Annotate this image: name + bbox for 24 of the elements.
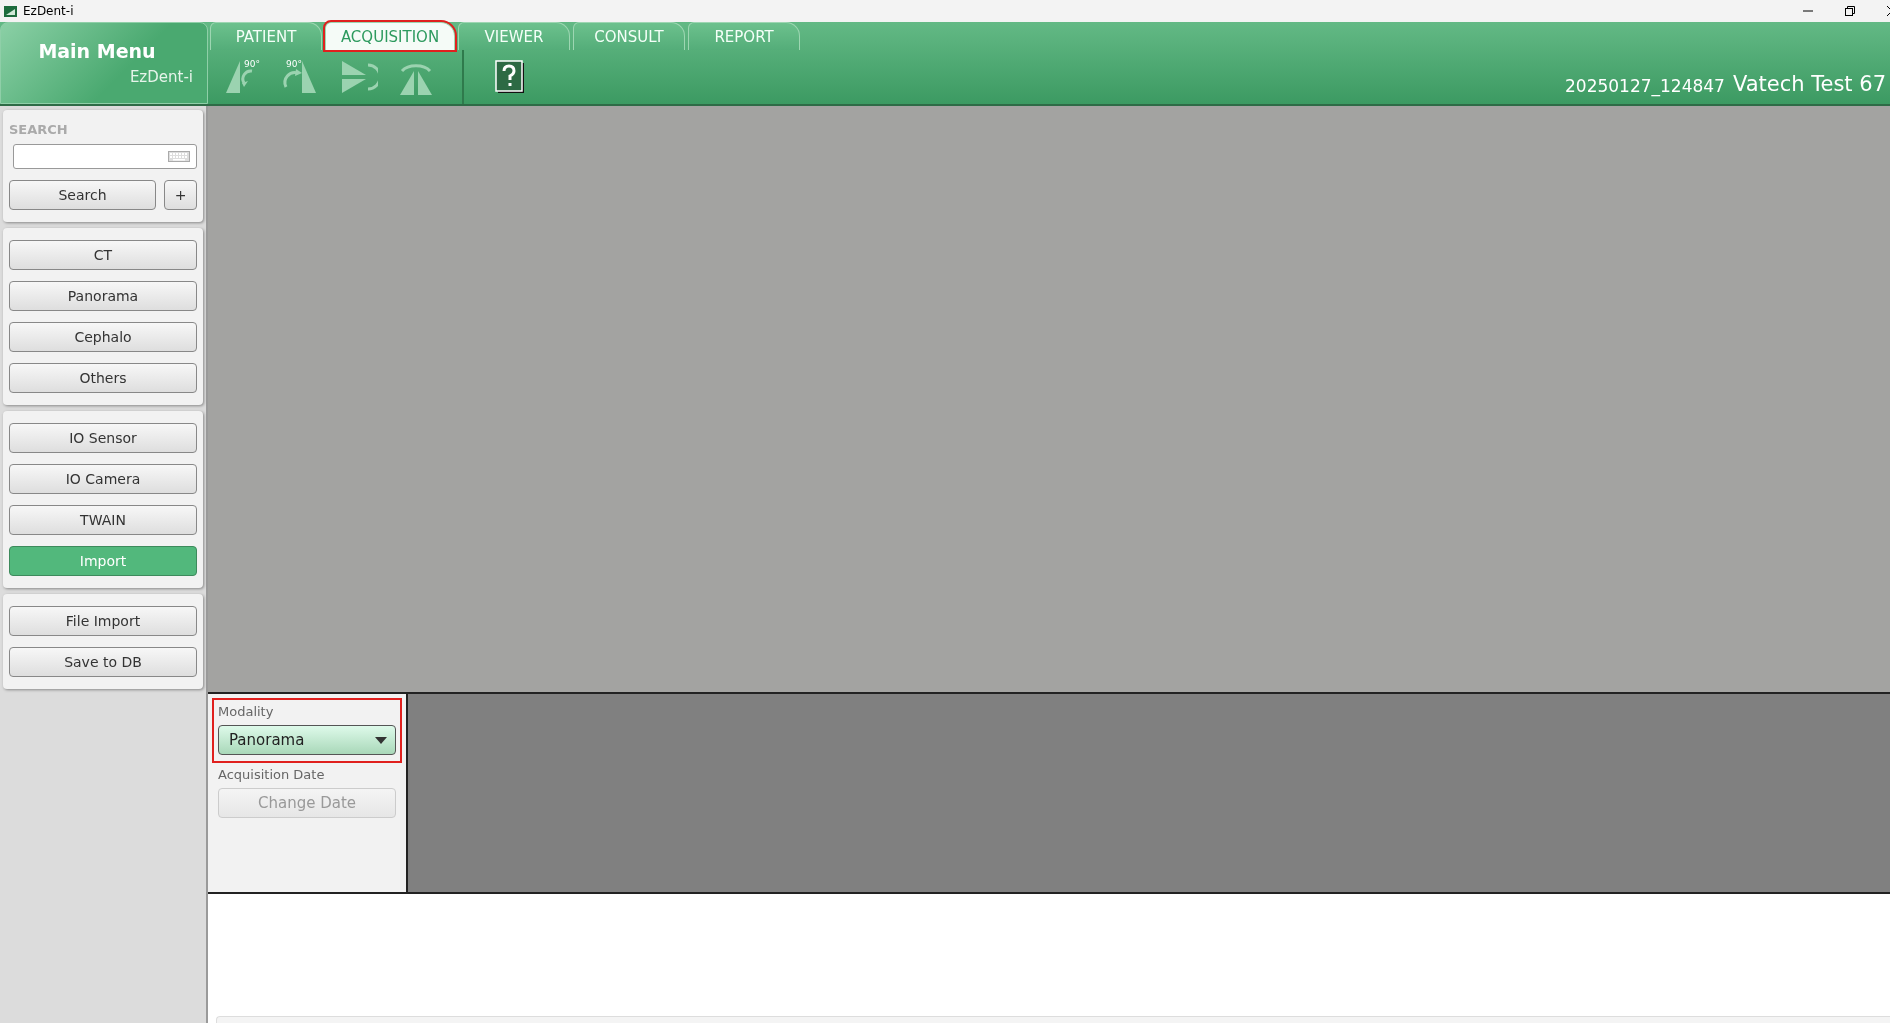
search-button[interactable]: Search	[9, 180, 156, 210]
search-field[interactable]	[13, 144, 197, 169]
sidebar-button[interactable]: IO Sensor	[9, 423, 197, 453]
window-title: EzDent-i	[23, 4, 75, 18]
add-button[interactable]: +	[164, 180, 197, 210]
sidebar-button[interactable]: Panorama	[9, 281, 197, 311]
dropdown-caret-icon	[375, 736, 387, 744]
acquisition-date-label: Acquisition Date	[218, 767, 326, 782]
sidebar-button[interactable]: IO Camera	[9, 464, 197, 494]
modality-dropdown[interactable]: Panorama	[218, 725, 396, 755]
patient-name: Vatech Test 67	[1732, 72, 1886, 96]
sidebar-button[interactable]: CT	[9, 240, 197, 270]
sidebar-button[interactable]: Cephalo	[9, 322, 197, 352]
sidebar-button[interactable]: TWAIN	[9, 505, 197, 535]
keyboard-icon[interactable]	[168, 151, 190, 162]
modality-label: Modality	[218, 704, 275, 719]
restore-icon[interactable]	[1844, 5, 1856, 17]
patient-id: 20250127_124847	[1565, 76, 1725, 96]
scrollbar[interactable]	[216, 1016, 1890, 1023]
app-icon	[4, 5, 17, 17]
search-label: SEARCH	[9, 122, 69, 137]
sidebar-button[interactable]: Save to DB	[9, 647, 197, 677]
sidebar-button[interactable]: File Import	[9, 606, 197, 636]
sidebar-button[interactable]: Others	[9, 363, 197, 393]
